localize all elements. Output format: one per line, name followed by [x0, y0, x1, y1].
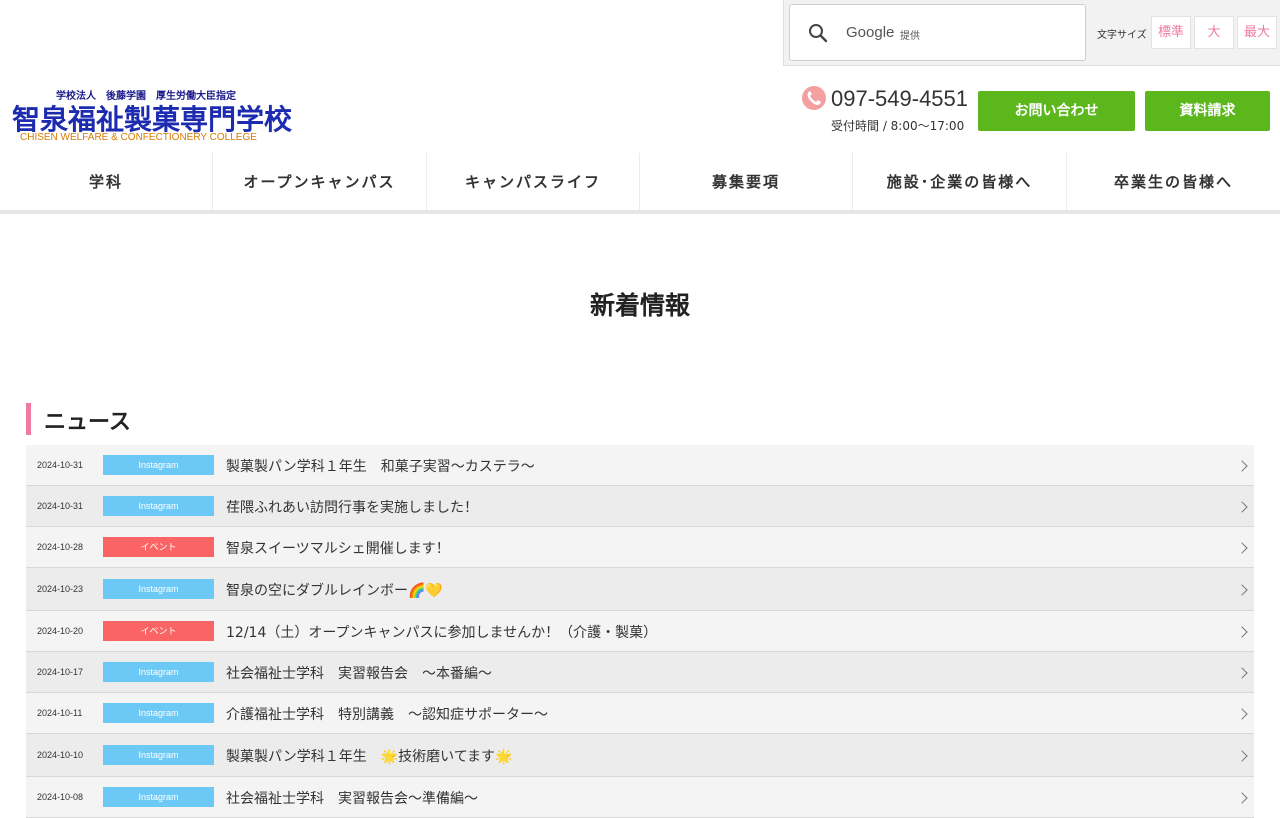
- phone-number[interactable]: 097-549-4551: [831, 86, 968, 112]
- font-size-largest-button[interactable]: 最大: [1237, 16, 1277, 49]
- inquiry-button[interactable]: お問い合わせ: [978, 91, 1135, 131]
- nav-item-departments[interactable]: 学科: [0, 153, 213, 210]
- news-date: 2024-10-11: [37, 707, 83, 718]
- news-title: 社会福祉士学科 実習報告会 〜本番編〜: [226, 665, 492, 682]
- request-materials-button[interactable]: 資料請求: [1145, 91, 1270, 131]
- news-item[interactable]: 2024-10-20 イベント 12/14（土）オープンキャンパスに参加しませんか！…: [26, 611, 1254, 652]
- font-size-standard-button[interactable]: 標準: [1151, 16, 1191, 49]
- news-category-badge: イベント: [103, 620, 214, 641]
- page-title: 新着情報: [589, 291, 690, 320]
- news-title: 12/14（土）オープンキャンパスに参加しませんか！（介護・製菓）: [226, 624, 658, 641]
- news-category-badge: Instagram: [103, 786, 214, 807]
- news-date: 2024-10-28: [37, 541, 84, 552]
- nav-item-campus-life[interactable]: キャンパスライフ: [427, 153, 640, 210]
- news-date: 2024-10-31: [37, 459, 84, 470]
- news-title: 製菓製パン学科１年生 和菓子実習〜カステラ〜: [226, 458, 535, 475]
- news-category-badge: Instagram: [103, 744, 214, 765]
- chevron-right-icon: [1236, 791, 1248, 804]
- news-list: 2024-10-31 Instagram 製菓製パン学科１年生 和菓子実習〜カステラ…: [26, 445, 1254, 818]
- chevron-right-icon: [1236, 749, 1248, 762]
- news-category-badge: Instagram: [103, 454, 214, 475]
- news-item[interactable]: 2024-10-08 Instagram 社会福祉士学科 実習報告会〜準備編〜: [26, 777, 1254, 818]
- news-date: 2024-10-17: [37, 666, 84, 677]
- news-category-badge: Instagram: [103, 702, 214, 723]
- news-item[interactable]: 2024-10-31 Instagram 荏隈ふれあい訪問行事を実施しました！: [26, 486, 1254, 527]
- nav-item-admissions[interactable]: 募集要項: [640, 153, 853, 210]
- news-title: 智泉スイーツマルシェ開催します！: [226, 540, 450, 557]
- chevron-right-icon: [1236, 707, 1248, 720]
- news-item[interactable]: 2024-10-23 Instagram 智泉の空にダブルレインボー🌈💛: [26, 568, 1254, 611]
- chevron-right-icon: [1236, 541, 1248, 554]
- search-provided-label: 提供: [900, 31, 920, 42]
- chevron-right-icon: [1236, 625, 1248, 638]
- chevron-right-icon: [1236, 666, 1248, 679]
- main-nav: 学科 オープンキャンパス キャンパスライフ 募集要項 施設･企業の皆様へ 卒業生…: [0, 153, 1280, 214]
- news-item[interactable]: 2024-10-31 Instagram 製菓製パン学科１年生 和菓子実習〜カステラ…: [26, 445, 1254, 486]
- chevron-right-icon: [1236, 500, 1248, 513]
- section-accent-bar: [26, 403, 31, 435]
- news-category-badge: Instagram: [103, 578, 214, 599]
- news-item[interactable]: 2024-10-10 Instagram 製菓製パン学科１年生 🌟技術磨いてます🌟: [26, 734, 1254, 777]
- font-size-large-button[interactable]: 大: [1194, 16, 1234, 49]
- news-category-badge: Instagram: [103, 661, 214, 682]
- utility-panel: Google 提供 文字サイズ 標準 大 最大: [783, 0, 1280, 66]
- news-date: 2024-10-31: [37, 500, 84, 511]
- chevron-right-icon: [1236, 459, 1248, 472]
- font-size-label: 文字サイズ: [1097, 30, 1147, 41]
- news-title: 荏隈ふれあい訪問行事を実施しました！: [226, 499, 478, 516]
- phone-hours: 受付時間 / 8:00〜17:00: [831, 119, 965, 133]
- news-item[interactable]: 2024-10-11 Instagram 介護福祉士学科 特別講義 〜認知症サポータ…: [26, 693, 1254, 734]
- chevron-right-icon: [1236, 583, 1248, 596]
- news-category-badge: イベント: [103, 536, 214, 557]
- news-date: 2024-10-23: [37, 583, 84, 594]
- section-title: ニュース: [44, 410, 131, 435]
- search-icon: [809, 24, 828, 43]
- news-date: 2024-10-10: [37, 749, 84, 760]
- news-date: 2024-10-20: [37, 625, 84, 636]
- news-category-badge: Instagram: [103, 495, 214, 516]
- news-title: 製菓製パン学科１年生 🌟技術磨いてます🌟: [226, 748, 513, 765]
- nav-item-open-campus[interactable]: オープンキャンパス: [213, 153, 427, 210]
- search-provider: Google: [846, 24, 895, 41]
- news-title: 介護福祉士学科 特別講義 〜認知症サポーター〜: [226, 706, 548, 723]
- search-input[interactable]: Google 提供: [789, 4, 1086, 61]
- news-item[interactable]: 2024-10-17 Instagram 社会福祉士学科 実習報告会 〜本番編〜: [26, 652, 1254, 693]
- nav-item-alumni[interactable]: 卒業生の皆様へ: [1067, 153, 1280, 210]
- news-date: 2024-10-08: [37, 791, 84, 802]
- news-item[interactable]: 2024-10-28 イベント 智泉スイーツマルシェ開催します！: [26, 527, 1254, 568]
- news-title: 智泉の空にダブルレインボー🌈💛: [226, 582, 443, 599]
- news-title: 社会福祉士学科 実習報告会〜準備編〜: [226, 790, 478, 807]
- phone-icon: [802, 86, 826, 110]
- nav-item-corporate[interactable]: 施設･企業の皆様へ: [853, 153, 1067, 210]
- logo-english: CHISEN WELFARE & CONFECTIONERY COLLEGE: [20, 132, 257, 143]
